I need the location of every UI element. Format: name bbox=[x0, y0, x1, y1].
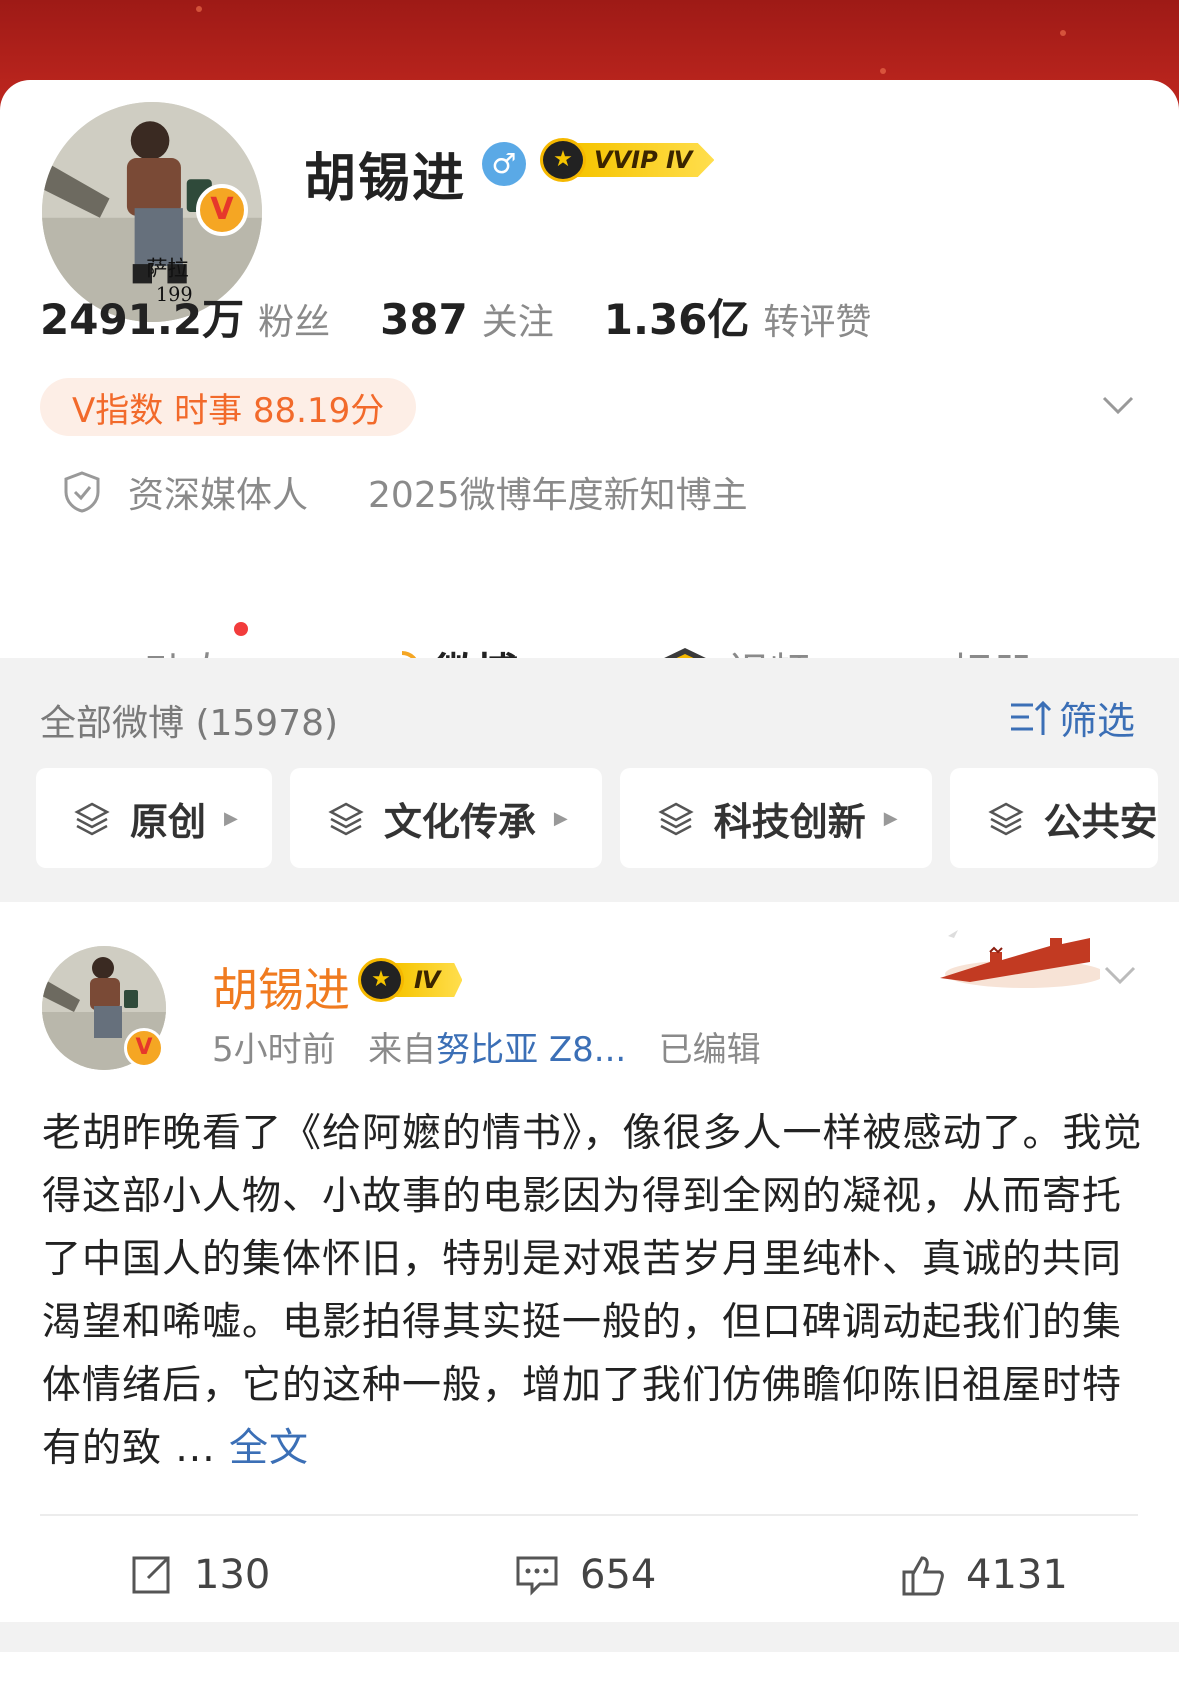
followers-label[interactable]: 粉丝 bbox=[258, 293, 330, 345]
chip-tech[interactable]: 科技创新 ▶ bbox=[619, 768, 932, 868]
following-count[interactable]: 387 bbox=[380, 295, 468, 344]
layers-icon bbox=[74, 802, 110, 836]
divider bbox=[40, 1514, 1138, 1516]
post-edited-label: 已编辑 bbox=[658, 1030, 761, 1070]
verified-badge-icon: V bbox=[196, 184, 248, 236]
male-gender-icon: ♂ bbox=[482, 142, 526, 186]
caret-right-icon: ▶ bbox=[553, 807, 568, 829]
post-content: 老胡昨晚看了《给阿嬷的情书》，像很多人一样被感动了。我觉得这部小人物、小故事的电… bbox=[42, 1102, 1152, 1480]
crown-icon: ★ bbox=[358, 958, 404, 1002]
layers-sparkle-icon bbox=[658, 802, 694, 836]
expand-full-text-link[interactable]: 全文 bbox=[229, 1426, 309, 1471]
notification-dot bbox=[234, 622, 248, 636]
thumbs-up-icon bbox=[902, 1556, 944, 1596]
layers-sparkle-icon bbox=[328, 802, 364, 836]
chevron-down-icon[interactable] bbox=[1098, 384, 1138, 424]
profile-stats: 2491.2万 粉丝 387 关注 1.36亿 转评赞 bbox=[40, 286, 921, 347]
chevron-down-icon[interactable] bbox=[1100, 954, 1140, 994]
filter-button[interactable]: 筛选 bbox=[1007, 690, 1135, 745]
repost-button[interactable]: 130 bbox=[128, 1552, 270, 1598]
caret-right-icon: ▶ bbox=[883, 807, 898, 829]
following-label[interactable]: 关注 bbox=[482, 293, 554, 345]
like-button[interactable]: 4131 bbox=[900, 1552, 1068, 1598]
shield-check-icon bbox=[64, 471, 100, 513]
comment-button[interactable]: 654 bbox=[514, 1552, 656, 1598]
chip-public-safety[interactable]: 公共安 bbox=[949, 768, 1158, 868]
profile-tags: 资深媒体人 2025微博年度新知博主 bbox=[62, 466, 748, 518]
vvip-badge[interactable]: ★ VVIP Ⅳ bbox=[540, 138, 715, 182]
repost-icon bbox=[132, 1556, 170, 1594]
comment-icon bbox=[516, 1556, 558, 1596]
all-posts-count: 全部微博 (15978) bbox=[40, 703, 339, 744]
post-text: 老胡昨晚看了《给阿嬷的情书》，像很多人一样被感动了。我觉得这部小人物、小故事的电… bbox=[42, 1111, 1143, 1471]
followers-count[interactable]: 2491.2万 bbox=[40, 286, 244, 347]
category-chips: 原创 ▶ 文化传承 ▶ 科技创新 ▶ 公共安 bbox=[36, 768, 1176, 868]
tag-senior-media: 资深媒体人 bbox=[128, 475, 309, 516]
post-meta: 5小时前 来自努比亚 Z8... 已编辑 bbox=[212, 1022, 761, 1071]
tag-annual-blogger[interactable]: 2025微博年度新知博主 bbox=[368, 466, 748, 518]
great-wall-decoration-icon bbox=[940, 930, 1100, 988]
filter-icon bbox=[1010, 700, 1052, 735]
engagement-label: 转评赞 bbox=[763, 302, 872, 343]
profile-name: 胡锡进 bbox=[304, 149, 467, 209]
crown-icon: ★ bbox=[540, 138, 586, 182]
post-actions: 130 654 4131 bbox=[0, 1542, 1179, 1622]
vip-level-badge[interactable]: ★ Ⅳ bbox=[358, 958, 463, 1002]
layers-sparkle-icon bbox=[987, 802, 1024, 836]
svg-text:萨拉: 萨拉 bbox=[146, 257, 188, 282]
chip-culture[interactable]: 文化传承 ▶ bbox=[289, 768, 602, 868]
chip-original[interactable]: 原创 ▶ bbox=[36, 768, 272, 868]
post-source[interactable]: 努比亚 Z8... bbox=[436, 1030, 626, 1070]
caret-right-icon: ▶ bbox=[224, 807, 238, 829]
post-author-name[interactable]: 胡锡进 bbox=[212, 954, 350, 1020]
filter-bar: 全部微博 (15978) 筛选 原创 ▶ 文化传承 ▶ 科技创新 ▶ 公共安 bbox=[0, 658, 1179, 900]
weibo-post: V 胡锡进 ★ Ⅳ 5小时前 来自努比亚 Z8... 已编辑 老胡昨晚看了《给阿… bbox=[0, 902, 1179, 1622]
next-post-card bbox=[0, 1652, 1179, 1692]
profile-card: 萨拉 199 V 胡锡进 ♂ ★ VVIP Ⅳ 2491.2万 粉丝 387 关… bbox=[0, 80, 1179, 730]
verified-badge-icon: V bbox=[124, 1028, 164, 1068]
v-index-pill[interactable]: V指数 时事 88.19分 bbox=[40, 378, 417, 436]
engagement-count: 1.36亿 bbox=[603, 295, 750, 344]
post-source-prefix: 来自 bbox=[368, 1030, 437, 1070]
post-time: 5小时前 bbox=[212, 1030, 336, 1070]
